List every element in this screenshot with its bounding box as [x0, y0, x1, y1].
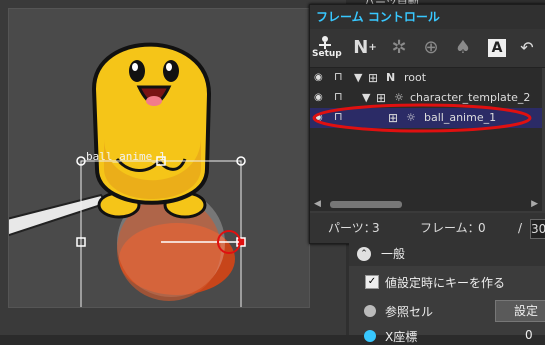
expand-arrow-icon[interactable]: ▼ [354, 68, 362, 88]
undo-text-icon[interactable]: ↶ [514, 35, 540, 61]
create-key-checkbox[interactable]: ✓ [365, 275, 379, 289]
frame-label: フレーム： [420, 221, 480, 235]
section-title: 一般 [381, 247, 406, 261]
add-null-icon[interactable]: N+ [352, 35, 378, 61]
visibility-eye-icon[interactable]: ◉ [314, 72, 326, 84]
frame-current: 0 [478, 221, 486, 235]
frame-total-input[interactable]: 30 [530, 219, 545, 239]
main-canvas-area: ball_anime_1 パーツ自動 フレーム コントロール Setup N+ … [0, 0, 545, 344]
frame-status-bar: パーツ： 3 フレーム： 0 / 30 [310, 213, 545, 243]
setup-label: Setup [312, 49, 342, 59]
scroll-right-icon[interactable]: ▶ [531, 199, 538, 209]
tree-row-label: root [404, 71, 427, 84]
collapse-chevron-icon[interactable]: ⌃ [357, 247, 371, 261]
right-eye [163, 60, 179, 82]
tree-horizontal-scrollbar[interactable]: ◀ ▶ [310, 198, 542, 211]
ref-cell-label: 参照セル [385, 305, 434, 319]
set-button[interactable]: 設定 [495, 300, 545, 322]
null-node-icon: N [386, 71, 396, 84]
create-key-label: 値設定時にキーを作る [385, 276, 506, 290]
left-eye [129, 60, 145, 82]
bounding-box-label: ball_anime_1 [86, 150, 166, 163]
x-coord-radio[interactable] [364, 330, 376, 342]
frame-slash: / [518, 221, 523, 235]
text-icon[interactable]: A [488, 39, 506, 57]
annotation-ellipse [312, 103, 532, 133]
frame-toolbar: Setup N+ ✲ ⊕ ♠ A ↶ [310, 29, 545, 68]
scroll-left-icon[interactable]: ◀ [314, 199, 321, 209]
preview-viewport[interactable]: ball_anime_1 [0, 8, 310, 326]
tree-row-root[interactable]: ◉ ⊓ ▼ ⊞ N root [310, 68, 542, 88]
x-coord-value[interactable]: 0 [525, 328, 533, 342]
parts-label: パーツ： [328, 221, 376, 235]
stick-prop [0, 193, 109, 239]
lock-icon[interactable]: ⊓ [334, 71, 344, 83]
expand-box-icon[interactable]: ⊞ [368, 68, 378, 88]
parts-count: 3 [372, 221, 380, 235]
panel-title: フレーム コントロール [310, 5, 545, 29]
frame-control-panel: フレーム コントロール Setup N+ ✲ ⊕ ♠ A ↶ ◉ ⊓ ▼ ⊞ N… [309, 4, 545, 244]
add-bone-icon[interactable]: ⊕ [418, 35, 444, 61]
general-section-header[interactable]: ⌃ 一般 [349, 242, 545, 266]
ref-cell-radio[interactable] [364, 305, 376, 317]
layer-tree: ◉ ⊓ ▼ ⊞ N root ◉ ⊓ ▼ ⊞ ☼ character_templ… [310, 68, 542, 198]
add-pen-icon[interactable]: ♠ [450, 35, 476, 61]
property-panel: ⌃ 一般 ✓ 値設定時にキーを作る 参照セル 設定 X座標 0 [349, 242, 545, 344]
x-coord-label: X座標 [385, 330, 418, 344]
add-star-icon[interactable]: ✲ [386, 35, 412, 61]
scroll-thumb[interactable] [330, 201, 402, 208]
